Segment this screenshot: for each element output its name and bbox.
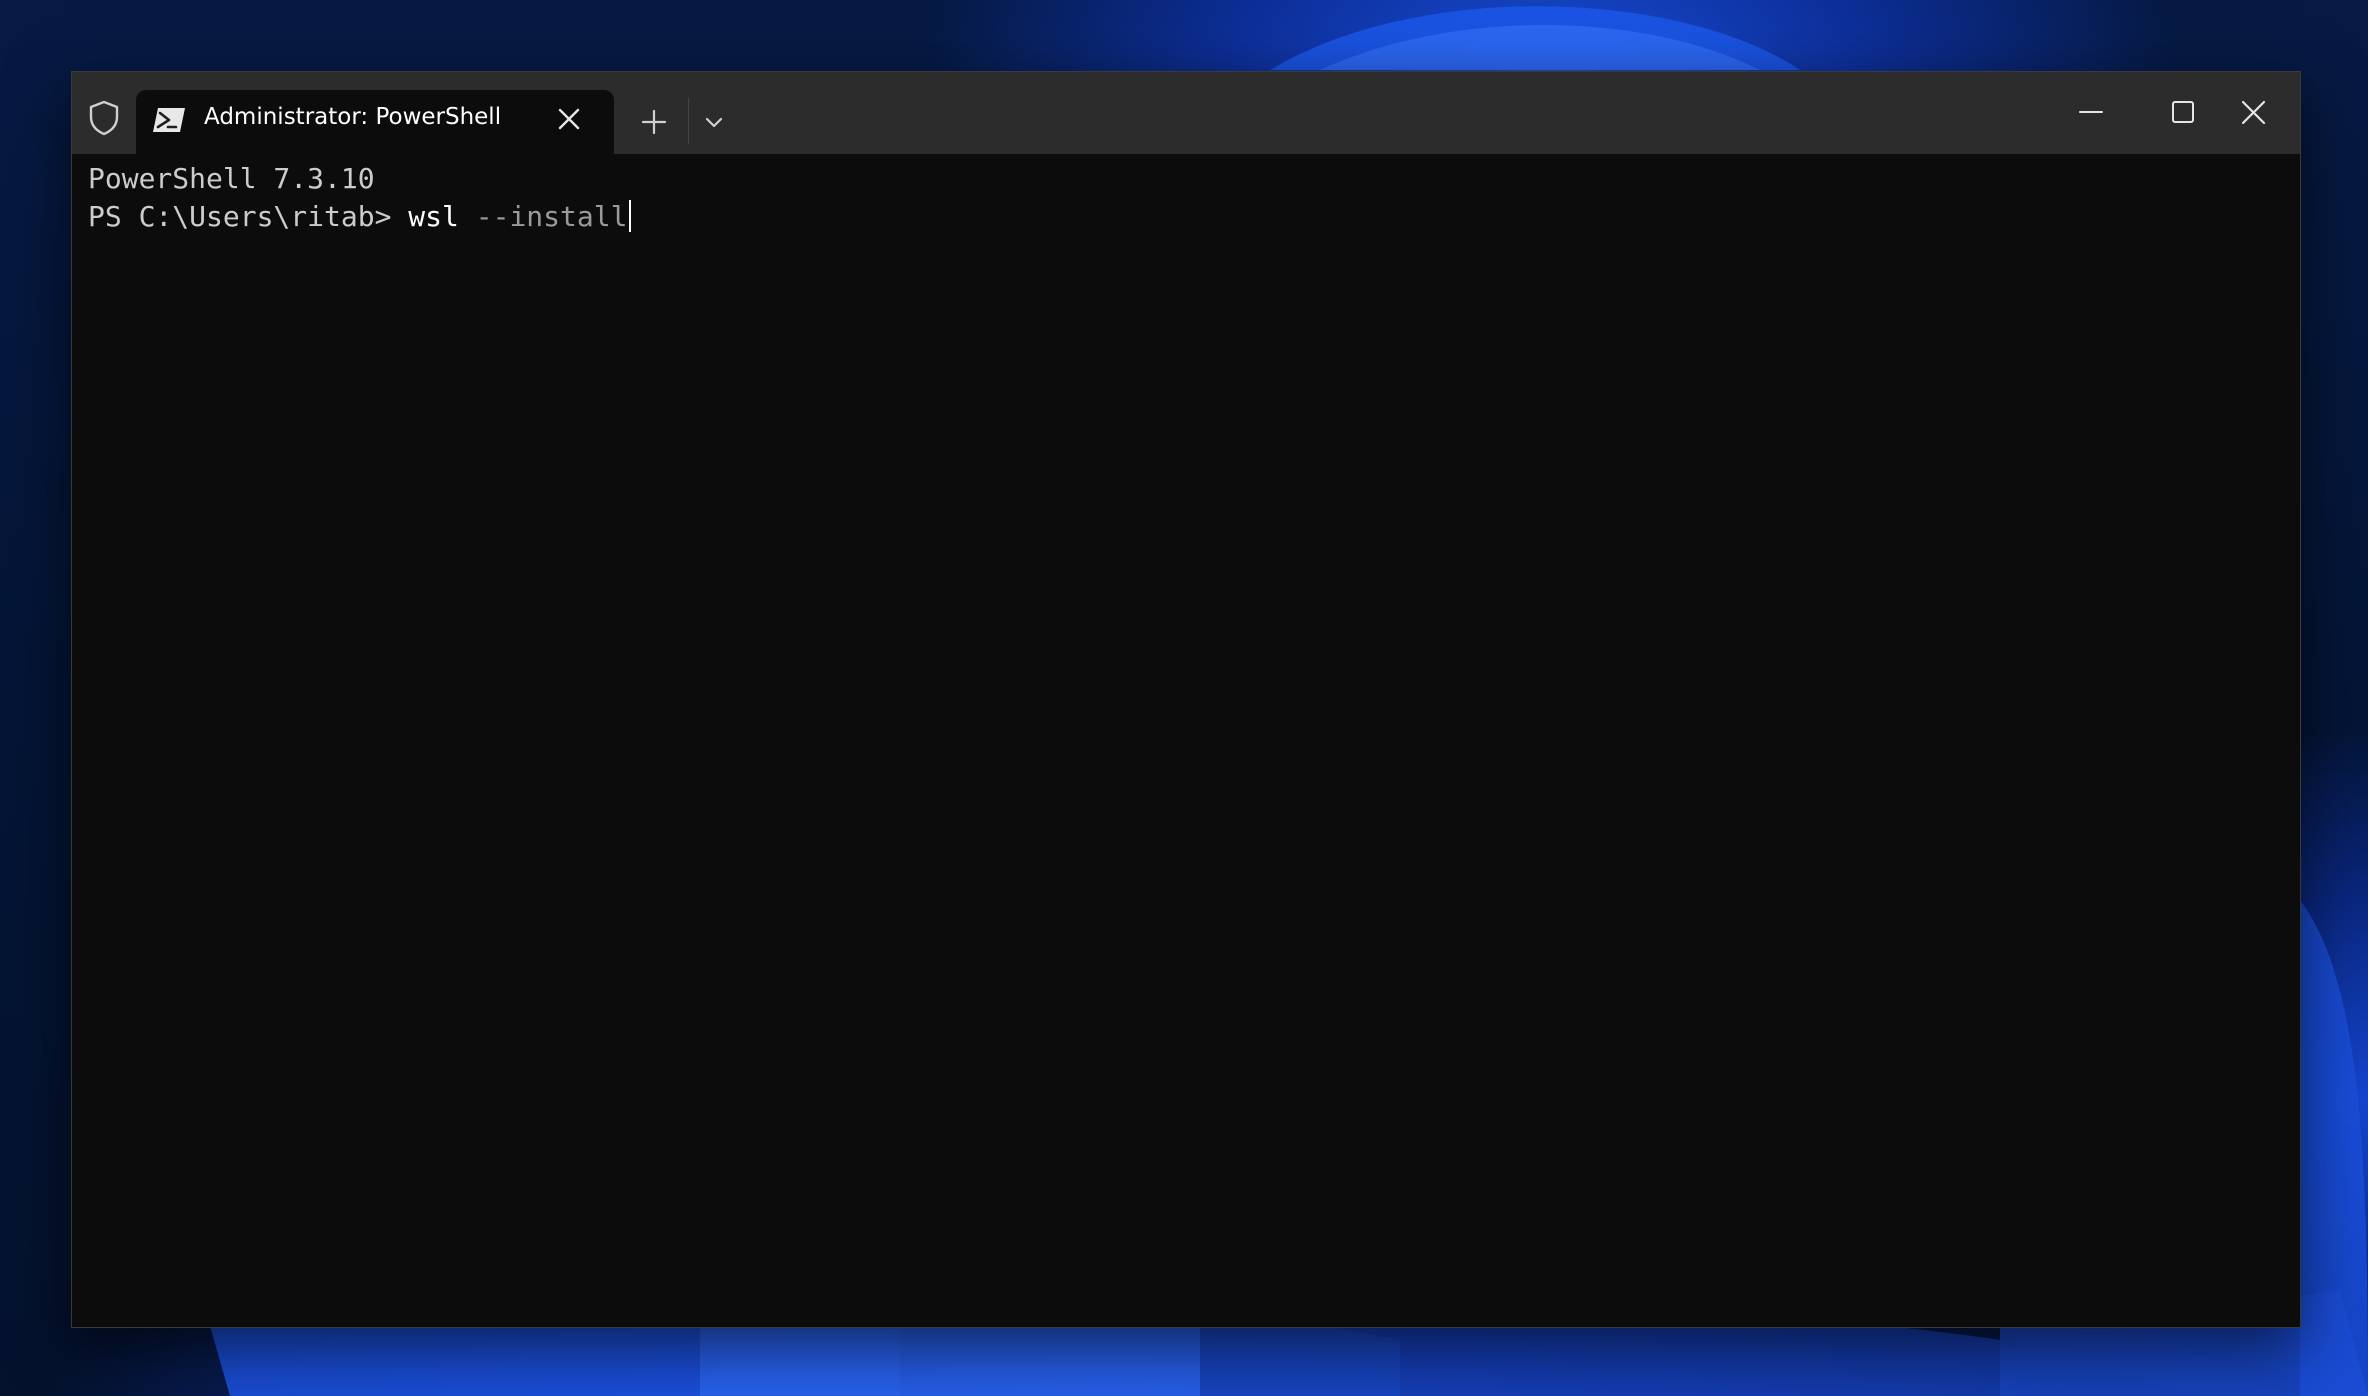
title-bar[interactable]: Administrator: PowerShell [72, 72, 2300, 154]
tab-title: Administrator: PowerShell [204, 104, 502, 130]
tab-dropdown-button[interactable] [694, 102, 734, 142]
tab-powershell[interactable]: Administrator: PowerShell [136, 90, 614, 154]
text-cursor [629, 200, 632, 232]
tab-divider [688, 98, 689, 144]
terminal-line-prompt: PS C:\Users\ritab> wsl --install [88, 198, 632, 236]
maximize-icon [2172, 101, 2194, 123]
new-tab-button[interactable] [634, 102, 674, 142]
close-icon [558, 108, 580, 130]
close-tab-button[interactable] [556, 106, 582, 132]
terminal-content[interactable] [72, 154, 2300, 1327]
terminal-window: Administrator: PowerShell PowerShell 7.3… [71, 71, 2301, 1328]
shield-icon [89, 100, 119, 136]
close-icon [2241, 100, 2266, 125]
terminal-line-version: PowerShell 7.3.10 [88, 162, 375, 195]
powershell-icon [153, 108, 185, 132]
command-text: wsl [408, 200, 459, 233]
minimize-button[interactable] [2046, 72, 2138, 154]
prompt-text: PS C:\Users\ritab> [88, 200, 409, 233]
close-window-button[interactable] [2208, 72, 2300, 154]
plus-icon [641, 109, 667, 135]
argument-text: --install [458, 200, 628, 233]
chevron-down-icon [705, 117, 723, 128]
minimize-icon [2079, 111, 2103, 113]
